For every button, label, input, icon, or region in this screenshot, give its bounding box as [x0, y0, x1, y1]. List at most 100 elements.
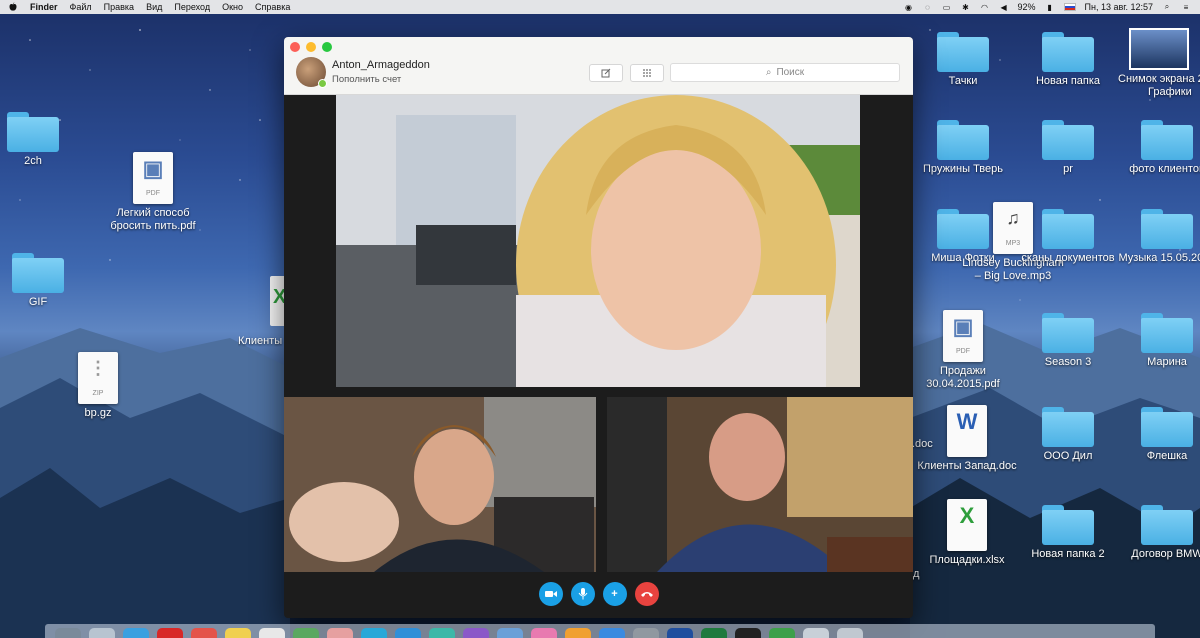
zoom-window-button[interactable] [322, 42, 332, 52]
menu-go[interactable]: Переход [174, 2, 210, 12]
desktop-item-label: Договор BMW [1131, 548, 1200, 560]
volume-icon[interactable]: ◀ [999, 2, 1009, 12]
desktop-folder[interactable]: Новая папка [1013, 32, 1123, 88]
desktop-folder[interactable]: Тачки [908, 32, 1018, 88]
dock-app-maps-icon[interactable] [293, 628, 319, 638]
minimize-window-button[interactable] [306, 42, 316, 52]
input-source-flag-icon[interactable] [1063, 3, 1076, 11]
desktop-xlsx-file[interactable]: X Площадки.xlsx [912, 499, 1022, 567]
wifi-icon[interactable]: ◠ [980, 2, 990, 12]
dock-app-viber-icon[interactable] [463, 628, 489, 638]
desktop-xlsx-file[interactable]: X [270, 276, 284, 326]
desktop-folder[interactable]: pr [1013, 120, 1123, 176]
dock-app-notes-icon[interactable] [225, 628, 251, 638]
dock-app-opera-icon[interactable] [157, 628, 183, 638]
menu-view[interactable]: Вид [146, 2, 162, 12]
dock-app-calendar-icon[interactable] [191, 628, 217, 638]
folder-icon [1042, 209, 1094, 249]
desktop-zip-file[interactable]: ⋮ ZIP bp.gz [43, 352, 153, 420]
dock-app-terminal-icon[interactable] [735, 628, 761, 638]
desktop-pdf-file[interactable]: ▣ PDF Легкий способ бросить пить.pdf [98, 152, 208, 233]
desktop-item-label: Тачки [948, 75, 978, 87]
dock-app-safari-icon[interactable] [123, 628, 149, 638]
avatar[interactable] [296, 57, 327, 88]
menu-file[interactable]: Файл [70, 2, 92, 12]
camera-toggle-button[interactable] [538, 582, 563, 606]
menu-help[interactable]: Справка [255, 2, 290, 12]
desktop-screenshot-file[interactable]: Снимок экрана 2018-11-11 в 13.1 [1118, 28, 1200, 86]
profile-username[interactable]: Anton_Armageddon [332, 59, 430, 71]
airplay-icon[interactable]: ▭ [942, 2, 952, 12]
desktop-item-label: д [913, 568, 920, 580]
dock-app-skype-icon[interactable] [395, 628, 421, 638]
desktop-folder[interactable]: Флешка [1112, 407, 1200, 463]
desktop-item-label: Season 3 [1044, 356, 1092, 368]
menubar-clock[interactable]: Пн, 13 авг. 12:57 [1085, 2, 1153, 12]
dock [45, 624, 1155, 638]
desktop-item-label: pr [1063, 163, 1073, 175]
notification-icon[interactable]: ◉ [904, 2, 914, 12]
desktop-item-label: Музыка 15.05.2016 [1118, 252, 1200, 264]
apple-menu-icon[interactable] [8, 2, 18, 12]
desktop-folder[interactable]: Договор BMW [1112, 505, 1200, 561]
dock-app-photos-icon[interactable] [327, 628, 353, 638]
dock-app-preview-icon[interactable] [497, 628, 523, 638]
online-status-icon [318, 79, 327, 88]
dock-app-facetime-icon[interactable] [429, 628, 455, 638]
participant-video-feed-2[interactable] [607, 397, 913, 572]
folder-icon [937, 120, 989, 160]
dock-app-whatsapp-icon[interactable] [769, 628, 795, 638]
desktop-folder[interactable]: Музыка 15.05.2016 [1112, 209, 1200, 265]
dock-app-reminders-icon[interactable] [259, 628, 285, 638]
microphone-toggle-button[interactable] [570, 582, 595, 606]
menu-edit[interactable]: Правка [104, 2, 134, 12]
dock-app-downloads-icon[interactable] [803, 628, 829, 638]
dock-app-finder-icon[interactable] [55, 628, 81, 638]
dock-app-word-icon[interactable] [667, 628, 693, 638]
battery-percent[interactable]: 92% [1018, 2, 1036, 12]
main-video-feed[interactable] [336, 95, 860, 387]
spotlight-search-icon[interactable]: ⌕ [1162, 2, 1172, 12]
camera-icon [544, 591, 557, 597]
notification-center-icon[interactable]: ≡ [1181, 2, 1191, 12]
desktop-folder[interactable]: GIF [0, 253, 93, 309]
dock-app-excel-icon[interactable] [701, 628, 727, 638]
bluetooth-icon[interactable]: ✱ [961, 2, 971, 12]
desktop-item-label: фото клиентов [1129, 163, 1200, 175]
sync-icon[interactable]: ◌ [923, 2, 933, 12]
menu-finder[interactable]: Finder [30, 2, 58, 12]
close-window-button[interactable] [290, 42, 300, 52]
desktop-folder[interactable]: Марина [1112, 313, 1200, 369]
folder-icon [1141, 313, 1193, 353]
desktop-folder[interactable]: ООО Дил [1013, 407, 1123, 463]
folder-icon [1042, 120, 1094, 160]
dock-app-launchpad-icon[interactable] [89, 628, 115, 638]
desktop-folder[interactable]: фото клиентов [1112, 120, 1200, 176]
dock-app-appstore-icon[interactable] [599, 628, 625, 638]
desktop-doc-file[interactable]: W Клиенты Запад.doc [912, 405, 1022, 473]
desktop-item-label: GIF [28, 296, 48, 308]
dock-app-itunes-icon[interactable] [531, 628, 557, 638]
desktop-item-label: bp.gz [84, 407, 112, 419]
desktop-pdf-file[interactable]: ▣ PDF Продажи 30.04.2015.pdf [908, 310, 1018, 391]
menu-window[interactable]: Окно [222, 2, 243, 12]
dock-app-messages-icon[interactable] [361, 628, 387, 638]
add-credit-link[interactable]: Пополнить счет [332, 74, 401, 85]
dialpad-button[interactable] [630, 64, 664, 82]
participant-video-feed-1[interactable] [284, 397, 596, 572]
desktop-folder[interactable]: Пружины Тверь [908, 120, 1018, 176]
desktop-item-label: Клиенты [238, 335, 283, 347]
compose-button[interactable] [589, 64, 623, 82]
end-call-button[interactable] [634, 582, 659, 606]
desktop-folder[interactable]: Season 3 [1013, 313, 1123, 369]
dock-app-settings-icon[interactable] [633, 628, 659, 638]
add-participant-button[interactable]: + [602, 582, 627, 606]
search-input[interactable]: ⌕ Поиск [670, 63, 900, 82]
search-placeholder: Поиск [776, 67, 805, 78]
dock-app-trash-icon[interactable] [837, 628, 863, 638]
desktop-folder[interactable]: Новая папка 2 [1013, 505, 1123, 561]
desktop-folder[interactable]: 2ch [0, 112, 88, 168]
dock-app-ibooks-icon[interactable] [565, 628, 591, 638]
desktop-folder[interactable]: сканы документов [1013, 209, 1123, 265]
battery-icon[interactable]: ▮ [1045, 2, 1055, 12]
